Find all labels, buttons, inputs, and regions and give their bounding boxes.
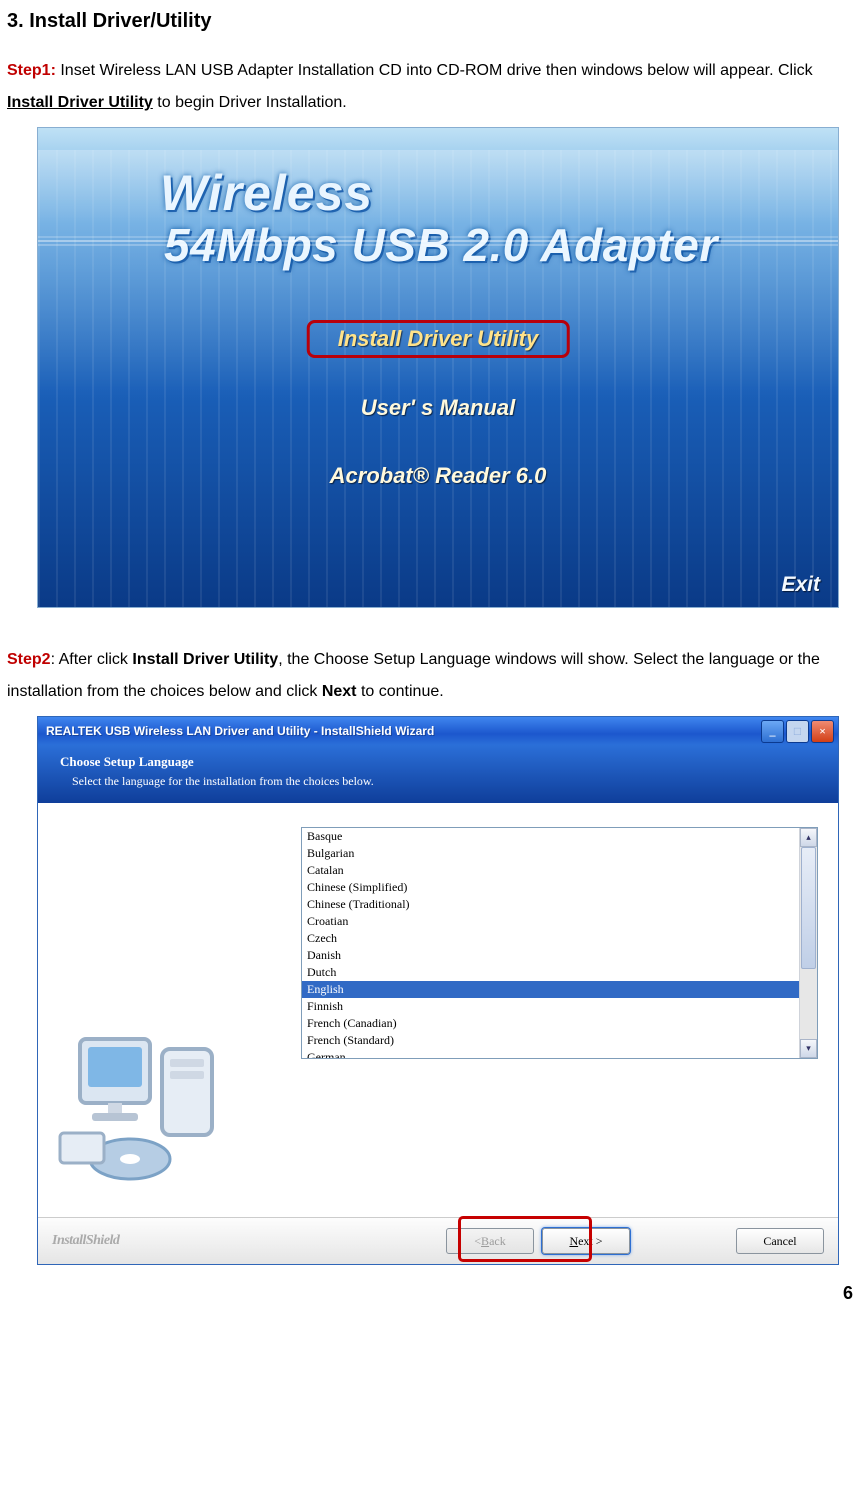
- language-listbox-wrap: BasqueBulgarianCatalanChinese (Simplifie…: [301, 827, 838, 1059]
- window-title: REALTEK USB Wireless LAN Driver and Util…: [46, 724, 434, 738]
- scroll-up-button[interactable]: ▴: [800, 828, 817, 847]
- wizard-button-bar: InstallShield < Back Next > Cancel: [38, 1217, 838, 1264]
- close-button[interactable]: ×: [811, 720, 834, 743]
- exit-button[interactable]: Exit: [781, 573, 820, 597]
- installshield-brand: InstallShield: [52, 1233, 119, 1249]
- step1-text-a: Inset Wireless LAN USB Adapter Installat…: [56, 62, 813, 79]
- step1-paragraph: Step1: Inset Wireless LAN USB Adapter In…: [7, 55, 857, 119]
- step2-bold2: Next: [322, 683, 357, 700]
- step1-text-b: to begin Driver Installation.: [153, 94, 347, 111]
- language-option[interactable]: German: [302, 1049, 799, 1058]
- language-option[interactable]: Czech: [302, 930, 799, 947]
- acrobat-reader-button[interactable]: Acrobat® Reader 6.0: [316, 458, 561, 494]
- decorative-lines: [38, 240, 838, 242]
- step1-label: Step1:: [7, 62, 56, 79]
- splash-menu: Install Driver Utility User' s Manual Ac…: [307, 320, 570, 494]
- language-option[interactable]: Chinese (Simplified): [302, 879, 799, 896]
- step2-text-a: : After click: [51, 651, 133, 668]
- language-option[interactable]: Catalan: [302, 862, 799, 879]
- step2-text-c: to continue.: [357, 683, 444, 700]
- step2-paragraph: Step2: After click Install Driver Utilit…: [7, 644, 857, 708]
- minimize-button[interactable]: _: [761, 720, 784, 743]
- wizard-body: BasqueBulgarianCatalanChinese (Simplifie…: [38, 803, 838, 1217]
- banner-subtext: Select the language for the installation…: [72, 774, 816, 789]
- install-driver-utility-button[interactable]: Install Driver Utility: [307, 320, 570, 358]
- autorun-splash-screenshot: Wireless 54Mbps USB 2.0 Adapter Install …: [37, 127, 839, 608]
- language-option[interactable]: Basque: [302, 828, 799, 845]
- scroll-thumb[interactable]: [801, 847, 816, 969]
- titlebar: REALTEK USB Wireless LAN Driver and Util…: [38, 717, 838, 745]
- section-heading: 3. Install Driver/Utility: [7, 10, 857, 33]
- scroll-down-button[interactable]: ▾: [800, 1039, 817, 1058]
- maximize-button: □: [786, 720, 809, 743]
- language-option[interactable]: French (Standard): [302, 1032, 799, 1049]
- language-option[interactable]: Bulgarian: [302, 845, 799, 862]
- computer-cd-icon: [58, 1021, 248, 1191]
- page-number: 6: [7, 1283, 853, 1304]
- language-option[interactable]: French (Canadian): [302, 1015, 799, 1032]
- language-option[interactable]: Croatian: [302, 913, 799, 930]
- next-button[interactable]: Next >: [542, 1228, 630, 1254]
- language-option[interactable]: Danish: [302, 947, 799, 964]
- language-list-items[interactable]: BasqueBulgarianCatalanChinese (Simplifie…: [302, 828, 799, 1058]
- language-option[interactable]: English: [302, 981, 799, 998]
- language-option[interactable]: Finnish: [302, 998, 799, 1015]
- cancel-button[interactable]: Cancel: [736, 1228, 824, 1254]
- language-option[interactable]: Dutch: [302, 964, 799, 981]
- wizard-banner: Choose Setup Language Select the languag…: [38, 745, 838, 803]
- step1-action: Install Driver Utility: [7, 94, 153, 111]
- installshield-window: REALTEK USB Wireless LAN Driver and Util…: [37, 716, 839, 1265]
- back-button: < Back: [446, 1228, 534, 1254]
- splash-title-line1: Wireless: [160, 164, 373, 222]
- language-option[interactable]: Chinese (Traditional): [302, 896, 799, 913]
- language-listbox[interactable]: BasqueBulgarianCatalanChinese (Simplifie…: [301, 827, 818, 1059]
- scroll-track[interactable]: [800, 847, 817, 1039]
- step2-label: Step2: [7, 651, 51, 668]
- listbox-scrollbar[interactable]: ▴ ▾: [799, 828, 817, 1058]
- wizard-artwork: [38, 1021, 301, 1217]
- banner-heading: Choose Setup Language: [60, 754, 816, 770]
- users-manual-button[interactable]: User' s Manual: [347, 390, 529, 426]
- step2-bold1: Install Driver Utility: [132, 651, 278, 668]
- splash-title-line2: 54Mbps USB 2.0 Adapter: [164, 218, 718, 272]
- window-controls: _ □ ×: [761, 720, 834, 743]
